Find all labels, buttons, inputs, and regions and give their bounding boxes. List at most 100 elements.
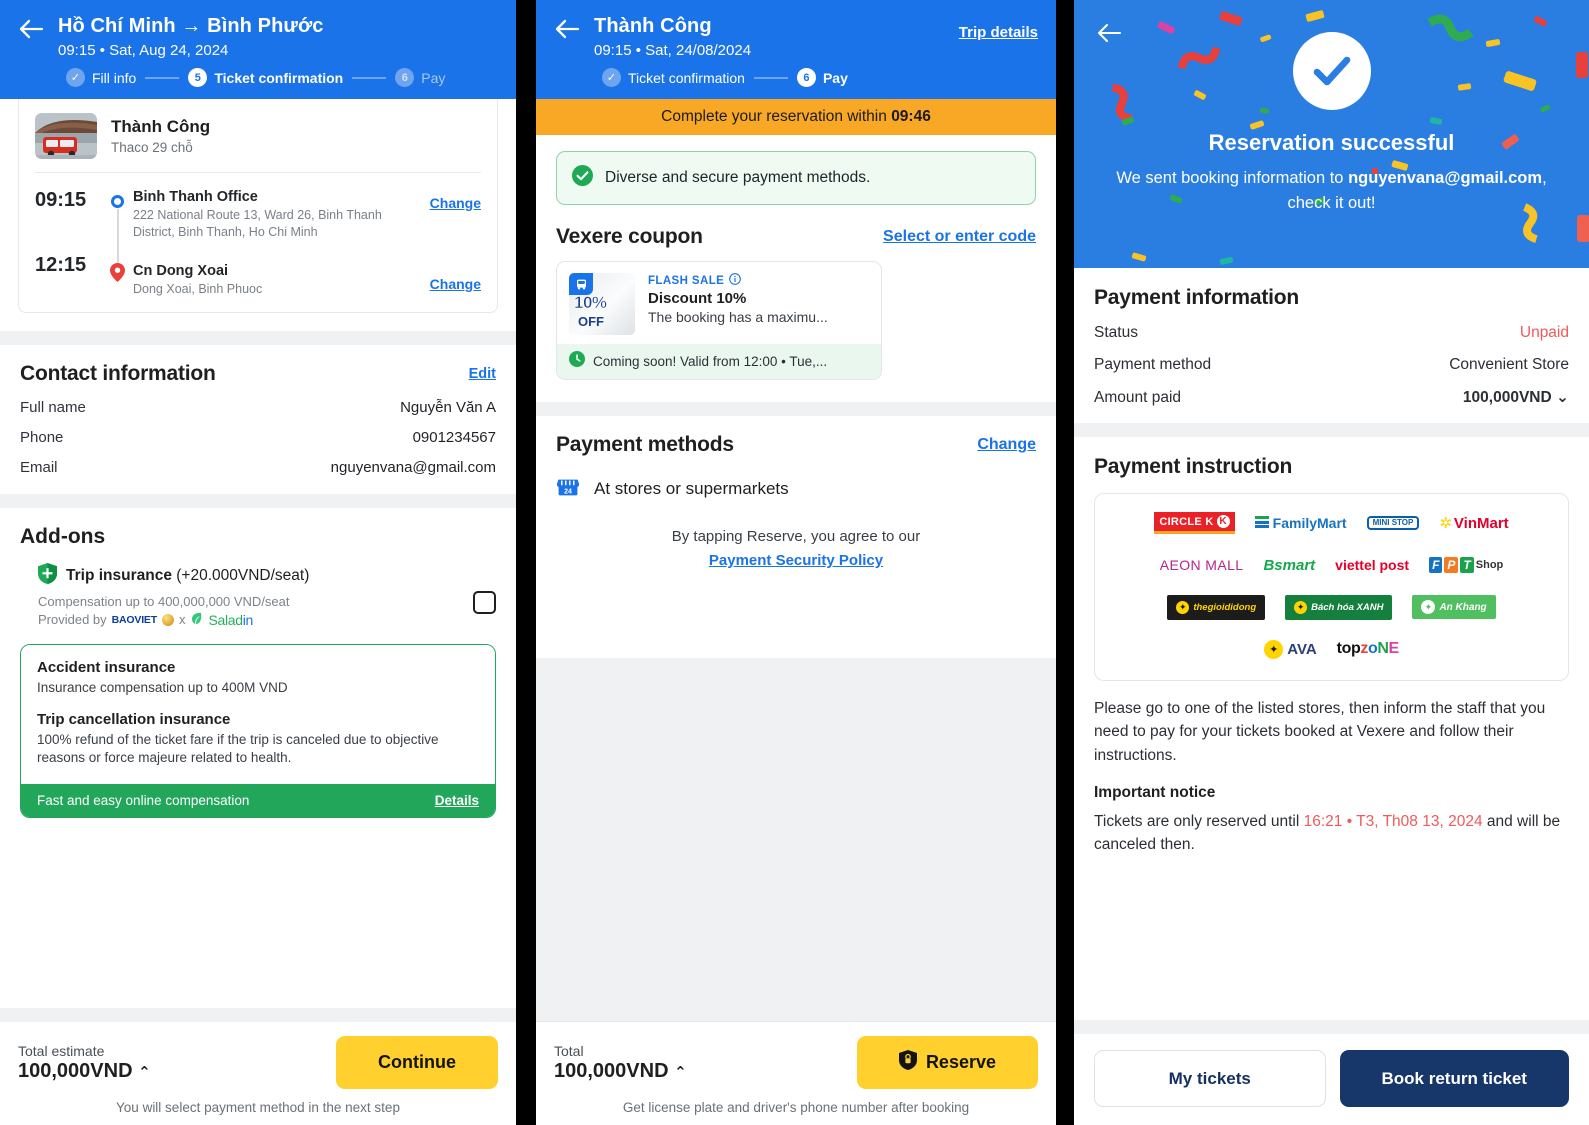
stepper-divider	[753, 76, 788, 79]
payment-info-key: Payment method	[1094, 356, 1212, 373]
payment-info-row[interactable]: Amount paid 100,000VND ⌄	[1094, 388, 1569, 407]
trip-datetime: 09:15 • Sat, Aug 24, 2024	[58, 42, 229, 59]
step-label: Fill info	[92, 69, 137, 86]
contact-value: nguyenvana@gmail.com	[330, 458, 496, 476]
timeline-bar	[116, 209, 119, 265]
reserve-button-label: Reserve	[925, 1052, 996, 1072]
book-return-ticket-button[interactable]: Book return ticket	[1339, 1050, 1569, 1107]
operator-title: Thành Công	[594, 15, 712, 37]
thegioididong-logo: ✦ thegioididong	[1167, 594, 1266, 620]
payment-top-block: Diverse and secure payment methods. Vexe…	[536, 151, 1056, 402]
my-tickets-button[interactable]: My tickets	[1094, 1050, 1326, 1107]
coupon-validity: Coming soon! Valid from 12:00 • Tue,...	[557, 344, 881, 379]
step-marker-icon: 6	[395, 68, 415, 87]
coupon-header: Vexere coupon Select or enter code	[536, 205, 1056, 249]
step-marker-icon: ✓	[66, 68, 85, 87]
ankhang-logo: ✦ An Khang	[1412, 594, 1496, 620]
coupon-card[interactable]: 10% OFF FLASH SALE Discount 10% The book…	[556, 261, 882, 380]
total-label: Total	[554, 1042, 584, 1059]
reserve-button[interactable]: Reserve	[856, 1036, 1038, 1089]
agreement-text: By tapping Reserve, you agree to our Pay…	[556, 525, 1036, 573]
pickup-time: 09:15	[35, 189, 87, 211]
change-dropoff-link[interactable]: Change	[430, 276, 481, 292]
total-estimate-block[interactable]: Total estimate 100,000VND ⌃	[18, 1043, 151, 1083]
trip-details-link[interactable]: Trip details	[959, 24, 1038, 41]
total-block[interactable]: Total 100,000VND ⌃	[554, 1043, 687, 1083]
success-hero: Reservation successful We sent booking i…	[1074, 0, 1589, 268]
pickup-address: 222 National Route 13, Ward 26, Binh Tha…	[133, 208, 382, 239]
trip-insurance-checkbox[interactable]	[473, 590, 496, 614]
addons-title: Add-ons	[20, 524, 106, 548]
bus-icon	[569, 273, 593, 295]
edit-contact-link[interactable]: Edit	[469, 366, 496, 382]
timer-value: 09:46	[891, 108, 931, 125]
contact-row: Phone 0901234567	[20, 429, 496, 446]
reservation-timer-bar: Complete your reservation within 09:46	[536, 99, 1056, 135]
store-logo-row: ✦ thegioididong ✦ Bách hóa XANH ✦ An Khang	[1109, 594, 1554, 620]
back-arrow-icon[interactable]	[554, 14, 594, 40]
clock-icon	[569, 351, 585, 372]
success-message: We sent booking information to nguyenvan…	[1116, 169, 1547, 212]
flash-sale-badge: FLASH SALE	[648, 273, 869, 288]
contact-title: Contact information	[20, 361, 216, 385]
dropoff-time: 12:15	[35, 254, 87, 276]
cancellation-insurance-title: Trip cancellation insurance	[37, 710, 231, 728]
panel-gap	[1056, 0, 1074, 1125]
continue-button[interactable]: Continue	[336, 1036, 498, 1089]
success-heading: Reservation successful	[1208, 130, 1455, 155]
fptshop-logo: F P T Shop	[1429, 552, 1503, 578]
step-marker-icon: 6	[796, 68, 816, 87]
section-gap	[0, 493, 516, 508]
ava-logo: ✦ AVA	[1264, 636, 1317, 662]
step-pay[interactable]: 6 Pay	[395, 68, 445, 87]
coupon-title: Vexere coupon	[556, 225, 703, 248]
payment-information-section: Payment information Status Unpaid Paymen…	[1074, 268, 1589, 423]
addons-section: Add-ons Trip insurance (+20.000VND/seat)…	[0, 507, 516, 837]
contact-key: Full name	[20, 398, 86, 416]
step-fill-info[interactable]: ✓ Fill info	[66, 68, 136, 87]
step-pay[interactable]: 6 Pay	[796, 68, 848, 87]
payment-security-policy-link[interactable]: Payment Security Policy	[556, 549, 1036, 573]
trip-insurance-label: Trip insurance (+20.000VND/seat)	[66, 566, 310, 584]
coupon-image: 10% OFF	[569, 273, 635, 335]
contact-value: Nguyễn Văn A	[400, 398, 496, 416]
progress-stepper: ✓ Ticket confirmation 6 Pay	[554, 68, 1038, 87]
svg-text:24: 24	[564, 488, 572, 495]
flash-sale-label: FLASH SALE	[648, 274, 725, 287]
secure-payment-notice: Diverse and secure payment methods.	[556, 151, 1036, 205]
payment-method-label: At stores or supermarkets	[594, 478, 789, 498]
info-icon[interactable]	[729, 273, 742, 288]
check-circle-icon	[1292, 32, 1371, 110]
selected-payment-method[interactable]: 24 At stores or supermarkets	[556, 474, 1036, 503]
change-pickup-link[interactable]: Change	[430, 195, 481, 211]
saladin-leaf-icon	[190, 612, 203, 628]
baoviet-globe-icon	[161, 613, 174, 626]
payment-instruction-section: Payment instruction CIRCLE KK FamilyMart…	[1074, 437, 1589, 873]
step-ticket-confirmation[interactable]: ✓ Ticket confirmation	[602, 68, 745, 87]
trip-summary-card: Thành Công Thaco 29 chỗ 09:15 12:15 Binh…	[18, 99, 498, 313]
select-coupon-link[interactable]: Select or enter code	[883, 228, 1036, 246]
trip-insurance-row[interactable]: Trip insurance (+20.000VND/seat) Compens…	[20, 562, 496, 628]
payment-information-title: Payment information	[1094, 286, 1300, 309]
back-arrow-icon[interactable]	[18, 14, 58, 40]
provider-separator: x	[178, 612, 186, 628]
step-ticket-confirmation[interactable]: 5 Ticket confirmation	[188, 68, 343, 87]
coupon-off-label: OFF	[578, 314, 604, 329]
total-estimate-value: 100,000VND ⌃	[18, 1059, 151, 1082]
panel2-bottom-note: Get license plate and driver's phone num…	[622, 1100, 970, 1115]
operator-row: Thành Công Thaco 29 chỗ	[35, 99, 481, 172]
payment-method-value: Convenient Store	[1449, 356, 1569, 373]
panel-payment: Thành Công 09:15 • Sat, 24/08/2024 Trip …	[536, 0, 1056, 1125]
step-marker-icon: 5	[188, 68, 208, 87]
secure-payment-text: Diverse and secure payment methods.	[605, 169, 871, 186]
stepper-divider	[145, 76, 180, 79]
change-payment-method-link[interactable]: Change	[977, 436, 1036, 454]
insurance-details-link[interactable]: Details	[435, 793, 479, 808]
bsmart-logo: Bsmart	[1263, 556, 1316, 574]
coupon-description: The booking has a maximu...	[648, 309, 828, 325]
panel-ticket-confirmation: Hồ Chí Minh → Bình Phước 09:15 • Sat, Au…	[0, 0, 516, 1125]
shield-icon	[38, 562, 57, 589]
amount-paid-value: 100,000VND ⌄	[1462, 389, 1569, 406]
back-arrow-icon[interactable]	[1096, 22, 1122, 49]
topzone-logo: topzoNE	[1336, 640, 1400, 657]
